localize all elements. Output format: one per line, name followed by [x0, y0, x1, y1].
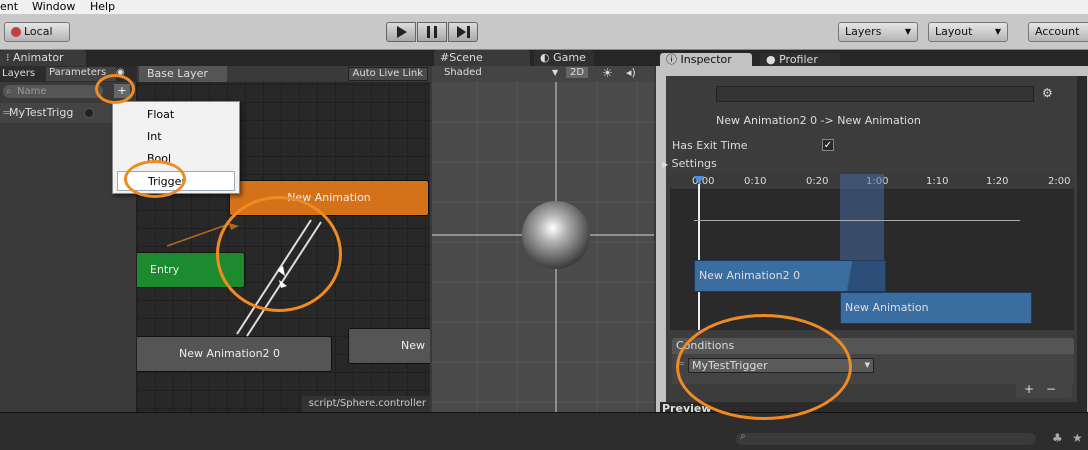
dropdown-arrow-icon: ▼	[864, 361, 870, 369]
toolbar: Local Layers ▼ Layout ▼ Account	[0, 14, 1088, 50]
curve-line	[694, 220, 1020, 221]
annotation-ring	[95, 74, 135, 104]
parameter-search-input[interactable]: ⌕ Name	[3, 85, 103, 98]
star-icon[interactable]: ★	[1072, 431, 1083, 445]
grid-icon: #	[440, 51, 450, 64]
playhead-marker-icon[interactable]	[694, 176, 704, 184]
tick-label: 0:20	[806, 176, 829, 187]
sphere-object[interactable]	[522, 201, 590, 269]
scene-toolbar: Shaded ▼ 2D ☀ ◂)	[432, 66, 654, 82]
pause-button[interactable]	[417, 22, 447, 42]
scene-grid	[432, 82, 654, 412]
profiler-icon: ●	[766, 53, 780, 66]
transition-title: New Animation2 0 -> New Animation	[716, 114, 921, 127]
menu-item-window[interactable]: Window	[32, 0, 75, 13]
annotation-ring	[216, 196, 342, 312]
condition-controls: + −	[1016, 382, 1072, 398]
dropdown-arrow-icon: ▼	[904, 27, 911, 36]
transition-overlap-region[interactable]	[840, 174, 884, 264]
tick-label: 1:20	[986, 176, 1009, 187]
dropdown-arrow-icon: ▼	[552, 68, 559, 77]
pause-icon	[427, 26, 437, 38]
controller-path: script/Sphere.controller	[302, 396, 430, 412]
triangle-right-icon: ▶	[662, 160, 669, 169]
info-icon: ⓘ	[666, 53, 681, 66]
tab-scene[interactable]: #Scene	[434, 50, 530, 66]
inspector-scrollbar[interactable]	[1077, 76, 1087, 412]
search-icon: ⌕	[740, 431, 746, 442]
menu-item-int[interactable]: Int	[117, 127, 235, 147]
menu-item-help[interactable]: Help	[90, 0, 115, 13]
globe-icon	[11, 27, 21, 37]
settings-foldout[interactable]: ▶ Settings	[662, 157, 717, 170]
step-button[interactable]	[448, 22, 478, 42]
2d-toggle-button[interactable]: 2D	[566, 67, 589, 78]
filter-icon[interactable]: ♣	[1052, 431, 1063, 445]
play-icon	[397, 26, 407, 38]
parameter-name: MyTestTrigg	[9, 106, 74, 119]
step-icon	[457, 26, 470, 38]
project-search-input[interactable]: ⌕	[736, 431, 1036, 445]
dropdown-arrow-icon: ▼	[994, 27, 1001, 36]
annotation-ring	[124, 160, 186, 198]
play-button[interactable]	[386, 22, 416, 42]
inspector-top-strip	[656, 66, 1088, 76]
audio-icon[interactable]: ◂)	[626, 66, 636, 79]
has-exit-time-checkbox[interactable]: ✓	[822, 139, 834, 151]
layout-dropdown[interactable]: Layout ▼	[928, 22, 1008, 42]
local-toggle-button[interactable]: Local	[4, 22, 70, 42]
scene-view[interactable]: Shaded ▼ 2D ☀ ◂)	[432, 66, 654, 412]
lighting-icon[interactable]: ☀	[602, 66, 613, 80]
status-bar: ⌕ ♣ ★	[0, 412, 1088, 450]
clip-destination-bar[interactable]: New Animation	[840, 292, 1032, 324]
has-exit-time-label: Has Exit Time	[672, 139, 748, 152]
tab-inspector[interactable]: ⓘ Inspector	[660, 53, 752, 66]
transition-timeline[interactable]: 0:00 0:10 0:20 1:00 1:10 1:20 2:00 New A…	[670, 174, 1074, 330]
add-condition-button[interactable]: +	[1024, 382, 1034, 396]
playhead-line	[698, 184, 700, 330]
menu-bar: ent Window Help	[0, 0, 1088, 14]
tick-label: 0:10	[744, 176, 767, 187]
trigger-radio[interactable]	[84, 108, 94, 118]
clip-source-bar[interactable]: New Animation2 0	[694, 260, 886, 292]
tick-label: 2:00	[1048, 176, 1071, 187]
tab-game[interactable]: ◐ Game	[534, 50, 594, 66]
menu-item-edit[interactable]: ent	[0, 0, 18, 13]
tab-animator[interactable]: ⁝ Animator	[0, 50, 86, 66]
panel-tab-strip: ⁝ Animator #Scene ◐ Game ⓘ Inspector ● P…	[0, 50, 1088, 66]
remove-condition-button[interactable]: −	[1046, 382, 1056, 396]
tab-profiler[interactable]: ● Profiler	[760, 53, 840, 66]
tab-layers[interactable]: Layers	[2, 68, 35, 79]
game-icon: ◐	[540, 51, 554, 64]
tick-label: 1:10	[926, 176, 949, 187]
gear-icon[interactable]: ⚙	[1042, 86, 1053, 100]
menu-item-float[interactable]: Float	[117, 105, 235, 125]
menu-dots-icon: ⁝	[6, 51, 13, 64]
transition-name-input[interactable]	[716, 86, 1034, 102]
annotation-ring	[676, 314, 852, 420]
search-icon: ⌕	[6, 86, 12, 97]
shading-mode-dropdown[interactable]: Shaded	[444, 67, 482, 78]
layers-dropdown[interactable]: Layers ▼	[838, 22, 918, 42]
account-dropdown[interactable]: Account	[1028, 22, 1088, 42]
